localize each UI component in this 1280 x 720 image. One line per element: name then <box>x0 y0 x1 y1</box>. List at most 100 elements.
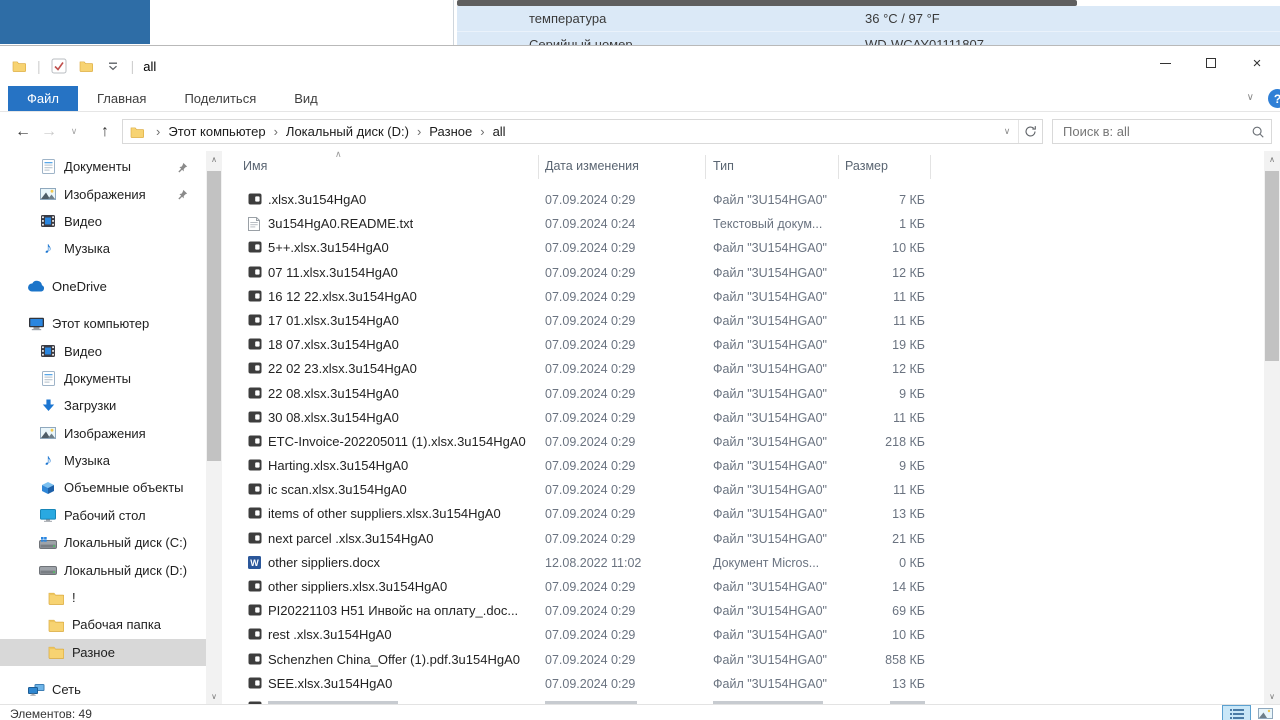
file-row[interactable]: 16 12 22.xlsx.3u154HgA007.09.2024 0:29Фа… <box>230 285 1264 309</box>
sidebar-item[interactable]: Этот компьютер <box>0 310 206 337</box>
file-row[interactable]: rest .xlsx.3u154HgA007.09.2024 0:29Файл … <box>230 623 1264 647</box>
address-dropdown-icon[interactable]: ∨ <box>996 120 1018 143</box>
sidebar-item[interactable]: ♪Музыка <box>0 235 206 262</box>
file-name: 30 08.xlsx.3u154HgA0 <box>268 410 399 425</box>
scroll-down-icon[interactable]: ∨ <box>1264 688 1280 704</box>
recent-locations-icon[interactable]: ∨ <box>66 112 82 151</box>
column-header-size[interactable]: Размер <box>845 159 888 173</box>
file-row[interactable]: ic scan.xlsx.3u154HgA007.09.2024 0:29Фай… <box>230 478 1264 502</box>
info-value: 36 °C / 97 °F <box>865 11 940 26</box>
file-list-scrollbar[interactable]: ∧ ∨ <box>1264 151 1280 704</box>
sidebar-item[interactable]: Видео <box>0 208 206 235</box>
close-button[interactable]: × <box>1234 46 1280 80</box>
file-size: 858 КБ <box>823 653 925 667</box>
file-size: 1 КБ <box>823 217 925 231</box>
sidebar-scrollbar[interactable]: ∧ ∨ <box>206 151 222 704</box>
back-button[interactable]: ← <box>12 112 34 151</box>
ribbon-tab-view[interactable]: Вид <box>275 86 337 111</box>
file-row[interactable]: 5++.xlsx.3u154HgA007.09.2024 0:29Файл "3… <box>230 236 1264 260</box>
file-date: 07.09.2024 0:29 <box>545 628 635 642</box>
file-type: Файл "3U154HGA0" <box>713 507 827 521</box>
sidebar-item[interactable]: Разное <box>0 639 206 666</box>
breadcrumb-segment[interactable]: Локальный диск (D:) <box>284 124 411 139</box>
customize-toolbar-icon[interactable] <box>104 57 122 75</box>
up-button[interactable]: ↑ <box>94 112 116 151</box>
file-type: Файл "3U154HGA0" <box>713 241 827 255</box>
ribbon-collapse-icon[interactable]: ∨ <box>1247 92 1254 103</box>
help-icon[interactable]: ? <box>1268 89 1280 108</box>
file-row[interactable]: Harting.xlsx.3u154HgA007.09.2024 0:29Фай… <box>230 454 1264 478</box>
ribbon-tab-share[interactable]: Поделиться <box>165 86 275 111</box>
ribbon-tab-file[interactable]: Файл <box>8 86 78 111</box>
column-divider[interactable] <box>705 155 706 179</box>
sidebar-item[interactable]: ♪Музыка <box>0 447 206 474</box>
scroll-down-icon[interactable]: ∨ <box>206 688 222 704</box>
scrollbar-thumb[interactable] <box>207 171 221 461</box>
file-row[interactable]: 17 01.xlsx.3u154HgA007.09.2024 0:29Файл … <box>230 309 1264 333</box>
file-row[interactable]: .xlsx.3u154HgA007.09.2024 0:29Файл "3U15… <box>230 188 1264 212</box>
sidebar-item[interactable]: Загрузки <box>0 392 206 419</box>
column-header-name[interactable]: Имя <box>243 159 267 173</box>
breadcrumb-segment[interactable]: Этот компьютер <box>166 124 267 139</box>
sidebar-item[interactable]: Документы <box>0 153 206 180</box>
column-divider[interactable] <box>930 155 931 179</box>
file-name: ic scan.xlsx.3u154HgA0 <box>268 482 407 497</box>
file-row[interactable]: 22 02 23.xlsx.3u154HgA007.09.2024 0:29Фа… <box>230 357 1264 381</box>
file-row[interactable]: next parcel .xlsx.3u154HgA007.09.2024 0:… <box>230 527 1264 551</box>
sidebar-item[interactable]: Рабочий стол <box>0 502 206 529</box>
ribbon-tab-home[interactable]: Главная <box>78 86 165 111</box>
file-row[interactable]: 22 08.xlsx.3u154HgA007.09.2024 0:29Файл … <box>230 382 1264 406</box>
sidebar-item-label: Музыка <box>64 453 110 468</box>
search-icon[interactable] <box>1251 125 1265 144</box>
file-row[interactable]: 3u154HgA0.README.txt07.09.2024 0:24Текст… <box>230 212 1264 236</box>
sidebar-item[interactable]: Локальный диск (C:) <box>0 529 206 556</box>
details-view-button[interactable] <box>1222 705 1251 720</box>
column-divider[interactable] <box>538 155 539 179</box>
file-row[interactable]: 18 07.xlsx.3u154HgA007.09.2024 0:29Файл … <box>230 333 1264 357</box>
thumbnails-view-button[interactable] <box>1251 705 1280 720</box>
info-label: температура <box>529 11 606 26</box>
sidebar-item[interactable]: Изображения <box>0 420 206 447</box>
scroll-up-icon[interactable]: ∧ <box>1264 151 1280 167</box>
file-size: 12 КБ <box>823 266 925 280</box>
file-size: 14 КБ <box>823 580 925 594</box>
address-box[interactable]: ›Этот компьютер›Локальный диск (D:)›Разн… <box>122 119 1043 144</box>
maximize-button[interactable] <box>1188 46 1234 80</box>
sidebar-item[interactable]: Локальный диск (D:) <box>0 556 206 583</box>
file-row[interactable]: ETC-Invoice-202205011 (1).xlsx.3u154HgA0… <box>230 430 1264 454</box>
refresh-icon[interactable] <box>1018 120 1042 143</box>
sidebar-item-label: Изображения <box>64 187 146 202</box>
sidebar-item[interactable]: ! <box>0 584 206 611</box>
column-header-date[interactable]: Дата изменения <box>545 159 639 173</box>
sidebar-item[interactable]: OneDrive <box>0 273 206 300</box>
breadcrumb-segment[interactable]: all <box>491 124 508 139</box>
column-header-type[interactable]: Тип <box>713 159 734 173</box>
column-divider[interactable] <box>838 155 839 179</box>
file-row[interactable]: other sippliers.xlsx.3u154HgA007.09.2024… <box>230 575 1264 599</box>
new-folder-icon[interactable] <box>77 57 95 75</box>
file-row[interactable]: items of other suppliers.xlsx.3u154HgA00… <box>230 502 1264 526</box>
sidebar-item[interactable]: Документы <box>0 365 206 392</box>
file-row[interactable]: 07 11.xlsx.3u154HgA007.09.2024 0:29Файл … <box>230 261 1264 285</box>
file-row[interactable]: Schenzhen China_Offer (1).pdf.3u154HgA00… <box>230 648 1264 672</box>
minimize-button[interactable] <box>1142 46 1188 80</box>
sidebar-item[interactable]: Видео <box>0 337 206 364</box>
scrollbar-thumb[interactable] <box>1265 171 1279 361</box>
sidebar-item[interactable]: Рабочая папка <box>0 611 206 638</box>
file-row[interactable]: SEE.xlsx.3u154HgA007.09.2024 0:29Файл "3… <box>230 672 1264 696</box>
file-size: 19 КБ <box>823 338 925 352</box>
properties-check-icon[interactable] <box>50 57 68 75</box>
folder-icon[interactable] <box>10 57 28 75</box>
scroll-up-icon[interactable]: ∧ <box>206 151 222 167</box>
sidebar-item[interactable]: Объемные объекты <box>0 474 206 501</box>
file-row[interactable]: Wother sippliers.docx12.08.2022 11:02Док… <box>230 551 1264 575</box>
file-date: 07.09.2024 0:24 <box>545 217 635 231</box>
sidebar-item[interactable]: Изображения <box>0 180 206 207</box>
file-date: 07.09.2024 0:29 <box>545 483 635 497</box>
file-row[interactable]: 30 08.xlsx.3u154HgA007.09.2024 0:29Файл … <box>230 406 1264 430</box>
breadcrumb-segment[interactable]: Разное <box>427 124 474 139</box>
file-type: Файл "3U154HGA0" <box>713 387 827 401</box>
file-row[interactable]: PI20221103 H51 Инвойс на оплату_.doc...0… <box>230 599 1264 623</box>
search-input[interactable] <box>1061 121 1241 142</box>
sidebar-item[interactable]: Сеть <box>0 676 206 703</box>
